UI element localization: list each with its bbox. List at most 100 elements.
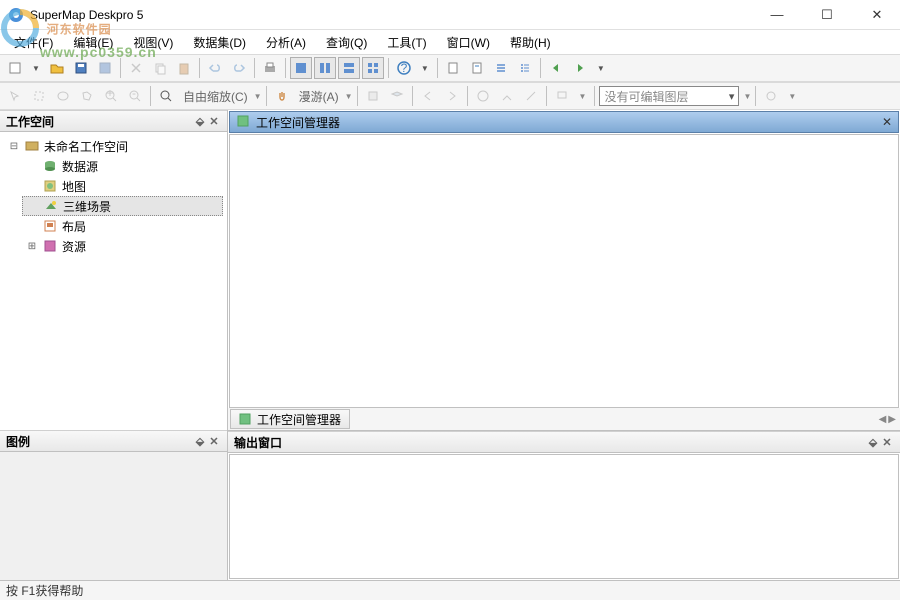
pointer-button[interactable] xyxy=(4,85,26,107)
expand-icon[interactable]: ⊞ xyxy=(26,241,38,252)
copy-button[interactable] xyxy=(149,57,171,79)
dropdown-arrow-icon[interactable]: ▼ xyxy=(417,64,433,73)
undo-button[interactable] xyxy=(204,57,226,79)
editable-layer-dropdown[interactable]: 没有可编辑图层 xyxy=(599,86,739,106)
maximize-button[interactable]: ☐ xyxy=(812,7,842,23)
layers-button[interactable] xyxy=(386,85,408,107)
menu-help[interactable]: 帮助(H) xyxy=(502,32,559,53)
zoom-out-button[interactable]: - xyxy=(124,85,146,107)
pin-icon[interactable]: ⬙ xyxy=(866,436,880,449)
dropdown-arrow-icon[interactable]: ▼ xyxy=(254,92,262,101)
flag-button[interactable] xyxy=(551,85,573,107)
measure-button[interactable] xyxy=(520,85,542,107)
paste-button[interactable] xyxy=(173,57,195,79)
info-button[interactable] xyxy=(472,85,494,107)
menu-tools[interactable]: 工具(T) xyxy=(379,32,434,53)
menu-analysis[interactable]: 分析(A) xyxy=(258,32,314,53)
view-mode3-button[interactable] xyxy=(338,57,360,79)
open-button[interactable] xyxy=(46,57,68,79)
list2-button[interactable] xyxy=(514,57,536,79)
document-body[interactable] xyxy=(229,134,899,408)
new-button[interactable] xyxy=(4,57,26,79)
select-poly-button[interactable] xyxy=(76,85,98,107)
bottom-tab-manager[interactable]: 工作空间管理器 xyxy=(230,409,350,429)
close-icon[interactable]: ✕ xyxy=(207,115,221,128)
save-button[interactable] xyxy=(70,57,92,79)
close-icon[interactable]: ✕ xyxy=(880,436,894,449)
view-mode4-button[interactable] xyxy=(362,57,384,79)
menu-window[interactable]: 窗口(W) xyxy=(439,32,498,53)
datasource-icon xyxy=(42,158,58,174)
menu-query[interactable]: 查询(Q) xyxy=(318,32,375,53)
status-text: 按 F1获得帮助 xyxy=(6,582,83,599)
tree-layout[interactable]: 布局 xyxy=(22,216,223,236)
dropdown-arrow-icon[interactable]: ▼ xyxy=(28,64,44,73)
tree-resource[interactable]: ⊞ 资源 xyxy=(22,236,223,256)
expand-icon[interactable]: ⊟ xyxy=(8,141,20,152)
doc-button[interactable] xyxy=(442,57,464,79)
menu-file[interactable]: 文件(F) xyxy=(6,32,61,53)
list1-button[interactable] xyxy=(490,57,512,79)
tab-nav-right-icon[interactable]: ▶ xyxy=(888,414,896,425)
saveall-button[interactable] xyxy=(94,57,116,79)
layer-button[interactable] xyxy=(362,85,384,107)
print-button[interactable] xyxy=(259,57,281,79)
next-layer-button[interactable] xyxy=(441,85,463,107)
dropdown-arrow-icon[interactable]: ▼ xyxy=(784,92,800,101)
output-body[interactable] xyxy=(229,454,899,579)
help-button[interactable]: ? xyxy=(393,57,415,79)
dropdown-arrow-icon[interactable]: ▼ xyxy=(743,92,751,101)
redo-button[interactable] xyxy=(228,57,250,79)
separator-icon xyxy=(594,86,595,106)
separator-icon xyxy=(357,86,358,106)
legend-panel-header: 图例 ⬙ ✕ xyxy=(0,430,227,452)
tree-map[interactable]: 地图 xyxy=(22,176,223,196)
prev-layer-button[interactable] xyxy=(417,85,439,107)
select-lasso-button[interactable] xyxy=(52,85,74,107)
menu-view[interactable]: 视图(V) xyxy=(125,32,181,53)
app-icon xyxy=(8,7,24,23)
identify-button[interactable] xyxy=(496,85,518,107)
tree-scene3d[interactable]: 三维场景 xyxy=(22,196,223,216)
tab-nav-left-icon[interactable]: ◀ xyxy=(879,414,887,425)
pin-icon[interactable]: ⬙ xyxy=(193,115,207,128)
workspace-tree[interactable]: ⊟ 未命名工作空间 数据源 地图 三维场景 xyxy=(0,132,227,430)
nav-back-button[interactable] xyxy=(545,57,567,79)
dropdown-arrow-icon[interactable]: ▼ xyxy=(593,64,609,73)
pin-icon[interactable]: ⬙ xyxy=(193,435,207,448)
separator-icon xyxy=(467,86,468,106)
cut-button[interactable] xyxy=(125,57,147,79)
view-mode2-button[interactable] xyxy=(314,57,336,79)
scene3d-icon xyxy=(43,198,59,214)
full-extent-button[interactable] xyxy=(155,85,177,107)
script-button[interactable] xyxy=(466,57,488,79)
separator-icon xyxy=(412,86,413,106)
pan-button[interactable]: 漫游(A) xyxy=(295,88,343,105)
bottom-tab-row: 工作空间管理器 ◀ ▶ xyxy=(228,408,900,430)
window-title: SuperMap Deskpro 5 xyxy=(30,8,762,22)
close-icon[interactable]: ✕ xyxy=(207,435,221,448)
close-button[interactable]: ✕ xyxy=(862,7,892,23)
tree-root[interactable]: ⊟ 未命名工作空间 xyxy=(4,136,223,156)
select-rect-button[interactable] xyxy=(28,85,50,107)
free-zoom-button[interactable]: 自由缩放(C) xyxy=(179,88,252,105)
view-mode1-button[interactable] xyxy=(290,57,312,79)
zoom-in-button[interactable]: + xyxy=(100,85,122,107)
tree-root-label: 未命名工作空间 xyxy=(44,138,128,155)
menu-edit[interactable]: 编辑(E) xyxy=(65,32,121,53)
document-tab[interactable]: 工作空间管理器 ✕ xyxy=(229,111,899,133)
layout-icon xyxy=(42,218,58,234)
menu-bar: 文件(F) 编辑(E) 视图(V) 数据集(D) 分析(A) 查询(Q) 工具(… xyxy=(0,30,900,54)
dropdown-arrow-icon[interactable]: ▼ xyxy=(575,92,591,101)
menu-dataset[interactable]: 数据集(D) xyxy=(185,32,254,53)
tab-close-icon[interactable]: ✕ xyxy=(882,115,892,129)
settings-button[interactable] xyxy=(760,85,782,107)
tree-datasource[interactable]: 数据源 xyxy=(22,156,223,176)
minimize-button[interactable]: — xyxy=(762,7,792,23)
separator-icon xyxy=(199,58,200,78)
pan-hand-button[interactable] xyxy=(271,85,293,107)
dropdown-arrow-icon[interactable]: ▼ xyxy=(345,92,353,101)
separator-icon xyxy=(285,58,286,78)
nav-forward-button[interactable] xyxy=(569,57,591,79)
main-area: 工作空间 ⬙ ✕ ⊟ 未命名工作空间 数据源 地图 xyxy=(0,110,900,580)
